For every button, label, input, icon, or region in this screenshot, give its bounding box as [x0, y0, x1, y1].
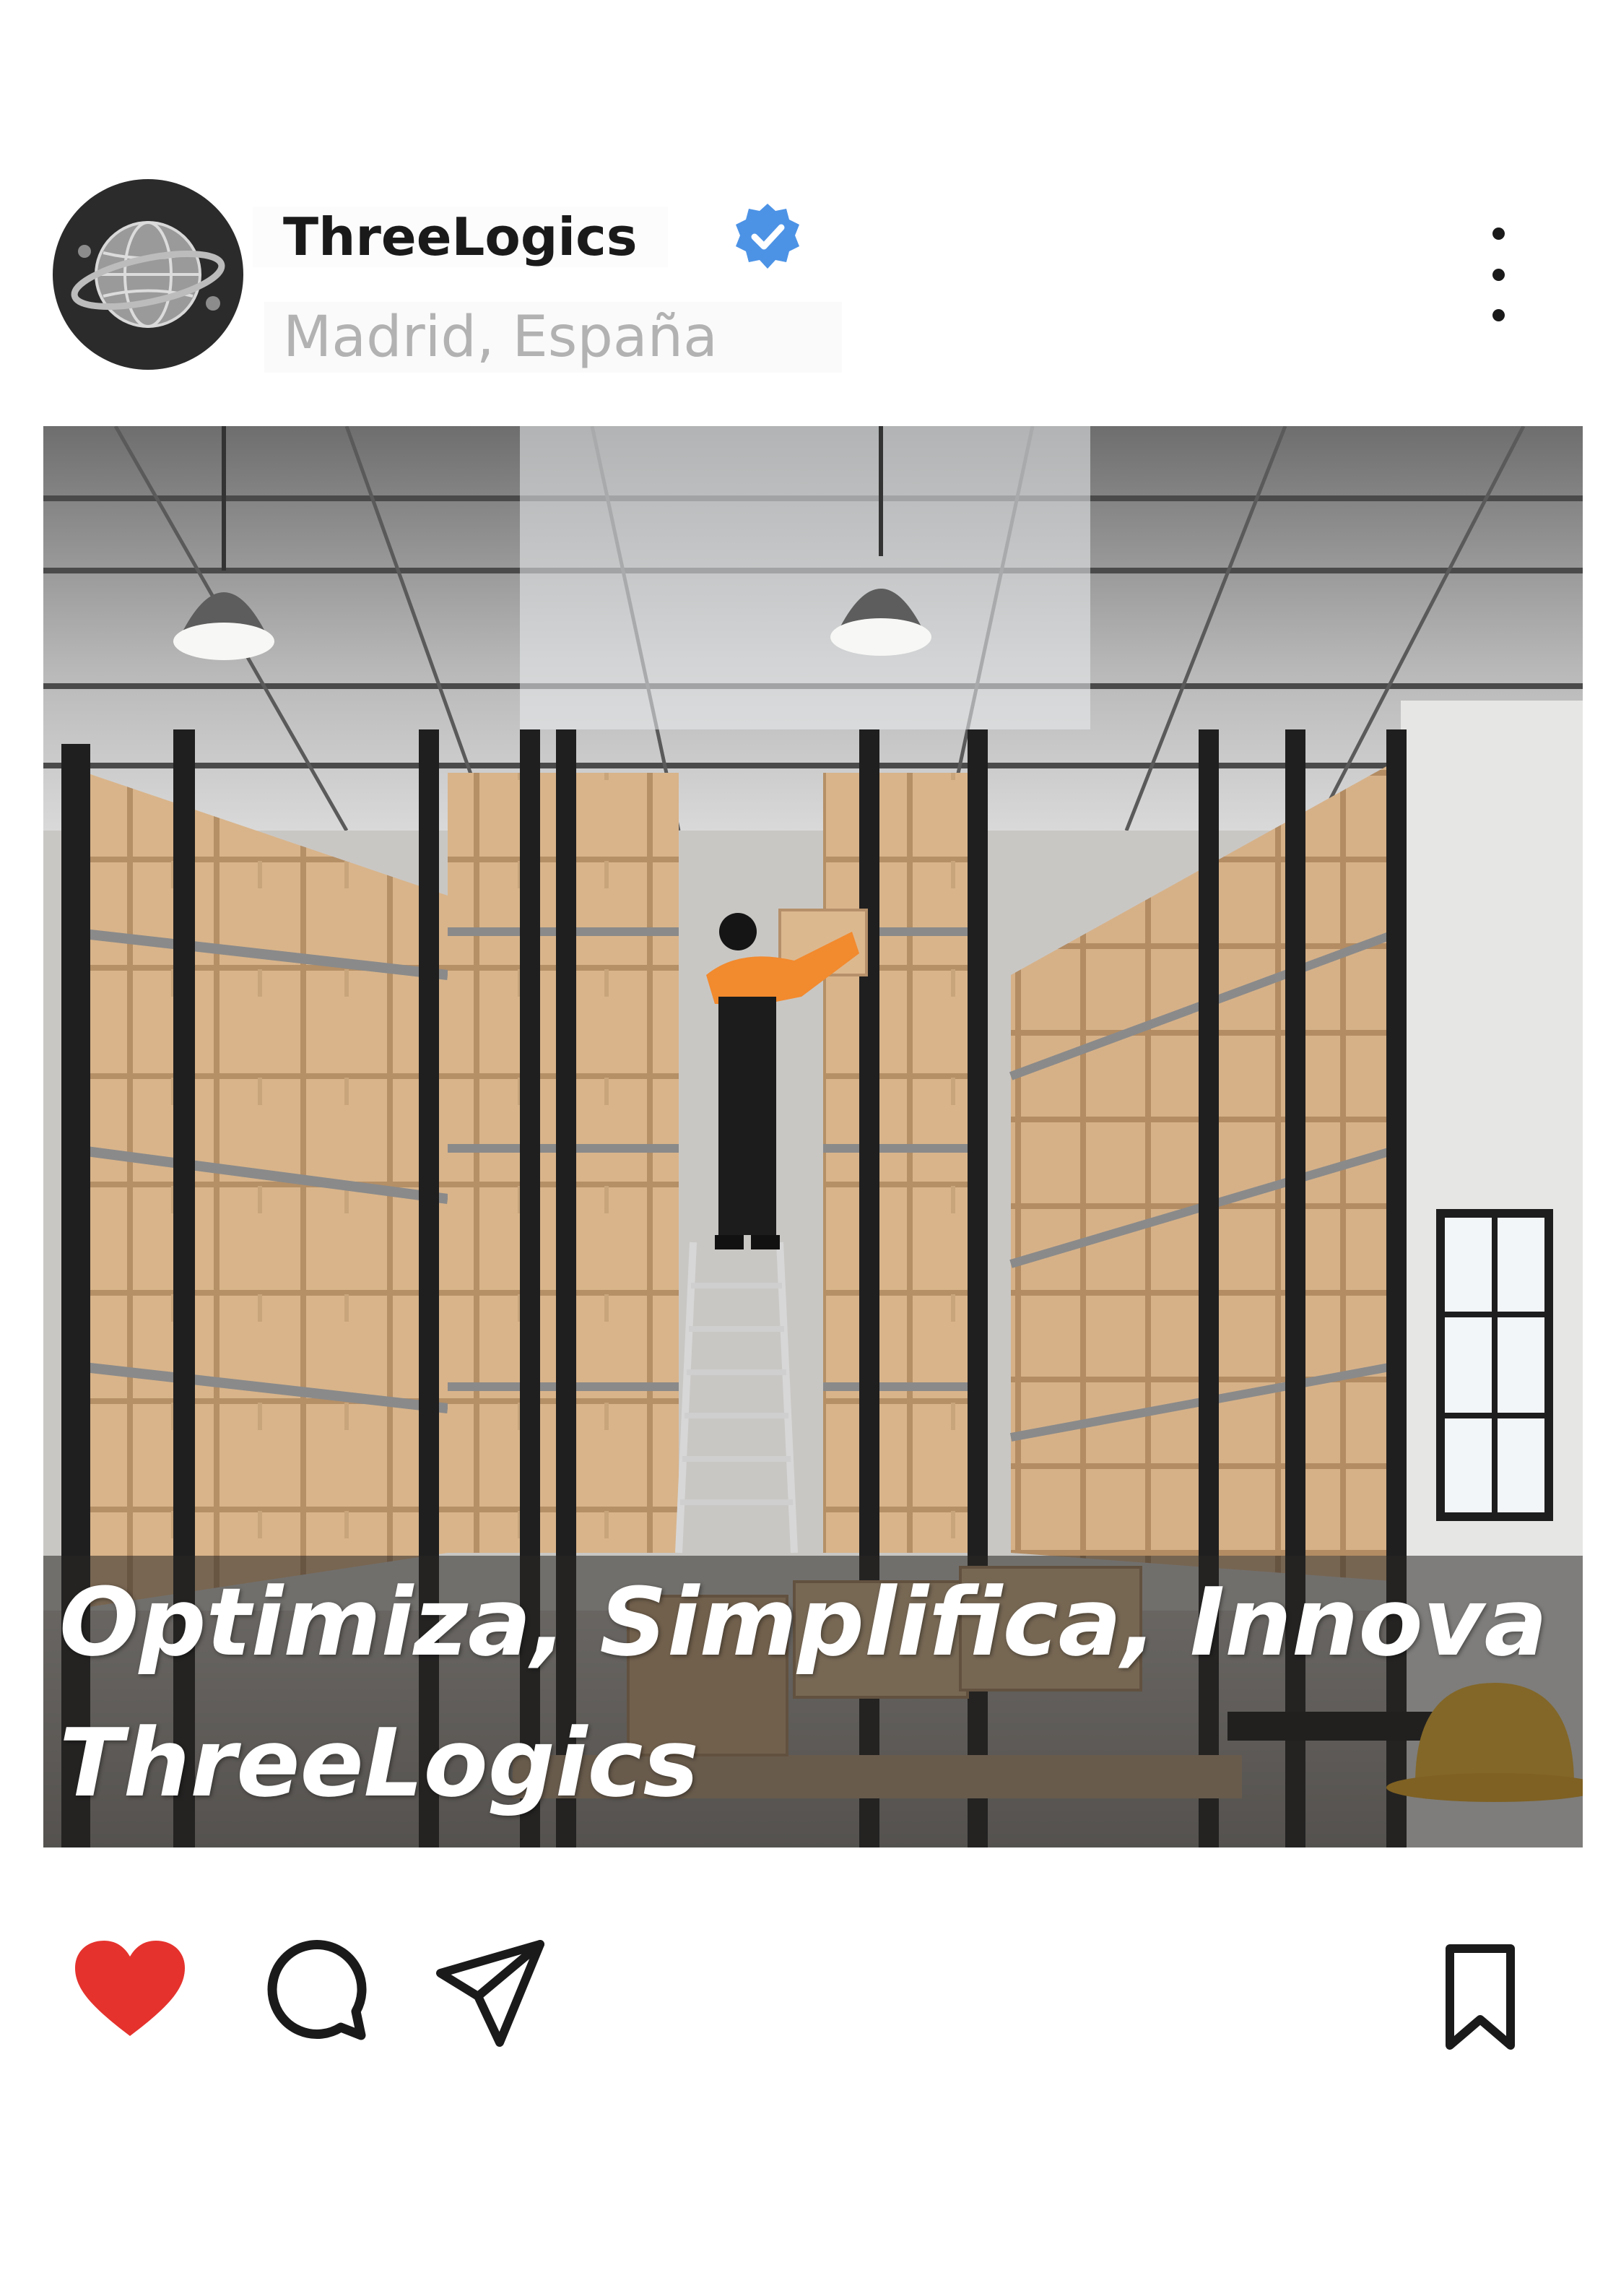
share-button[interactable]	[433, 1936, 549, 2051]
heart-icon	[75, 1941, 185, 2036]
more-options-button[interactable]	[1473, 228, 1524, 321]
more-vertical-icon	[1492, 228, 1505, 240]
comment-button[interactable]	[260, 1936, 368, 2044]
bookmark-button[interactable]	[1437, 1943, 1524, 2051]
caption-line-2: ThreeLogics	[59, 1708, 699, 1818]
like-button[interactable]	[72, 1939, 188, 2040]
send-icon	[436, 1940, 544, 2047]
avatar[interactable]	[53, 179, 243, 370]
location-label[interactable]: Madrid, España	[264, 302, 842, 373]
username[interactable]: ThreeLogics	[253, 207, 668, 267]
caption-line-1: Optimiza, Simplifica, Innova	[59, 1567, 1548, 1677]
comment-icon	[267, 1940, 367, 2040]
verified-badge-icon	[735, 204, 799, 269]
bookmark-icon	[1446, 1944, 1515, 2050]
post-image[interactable]: Optimiza, Simplifica, Innova ThreeLogics	[43, 426, 1583, 1847]
globe-logo-icon	[71, 221, 225, 328]
